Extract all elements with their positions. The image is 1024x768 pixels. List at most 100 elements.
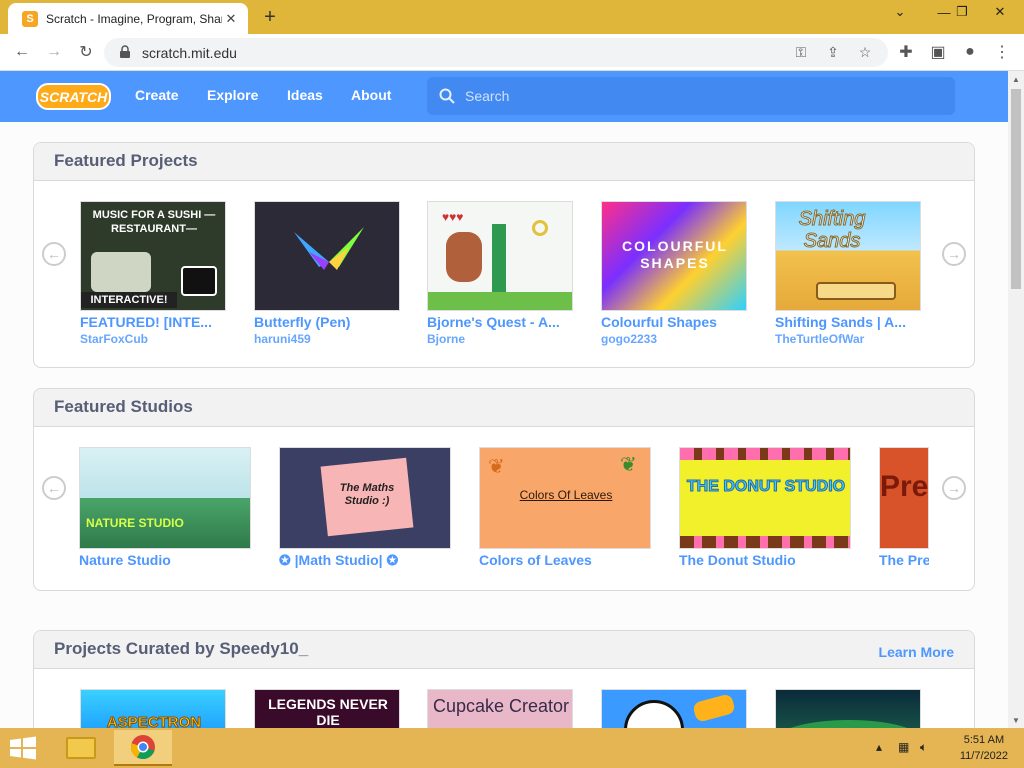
carousel-next-arrow-icon[interactable]: → [942,476,966,500]
carousel-prev-arrow-icon[interactable]: ← [42,242,66,266]
close-window-button[interactable]: ✕ [984,0,1016,24]
forward-arrow-icon[interactable]: → [42,40,66,64]
network-icon[interactable]: ▦ [898,740,909,754]
browser-tab[interactable]: S Scratch - Imagine, Program, Share ✕ [8,3,248,34]
project-thumbnail[interactable]: COLOURFUL SHAPES [601,201,747,311]
studio-title[interactable]: ✪ |Math Studio| ✪ [279,552,451,569]
project-card[interactable]: Shifting Sands Shifting Sands | A... The… [775,201,921,346]
address-bar[interactable]: scratch.mit.edu ⚿ ⇪ ☆ [104,38,888,67]
main-content: Featured Projects ← → MUSIC FOR A SUSHI … [0,122,1008,728]
thumbnail-text: THE DONUT STUDIO [686,478,846,496]
project-title[interactable]: Butterfly (Pen) [254,314,400,330]
section-title: Projects Curated by Speedy10_ [54,639,309,658]
scratch-navbar: SCRATCH Create Explore Ideas About Searc… [0,71,1008,122]
project-title[interactable]: Bjorne's Quest - A... [427,314,573,330]
close-tab-icon[interactable]: ✕ [222,10,240,28]
nav-ideas[interactable]: Ideas [287,87,323,103]
chrome-taskbar-icon[interactable] [114,730,172,766]
system-clock[interactable]: 5:51 AM 11/7/2022 [960,732,1008,764]
learn-more-link[interactable]: Learn More [879,644,954,660]
project-author[interactable]: haruni459 [254,332,400,346]
nav-explore[interactable]: Explore [207,87,258,103]
browser-toolbar: ← → ↻ scratch.mit.edu ⚿ ⇪ ☆ ✚ ▣ ● ⋮ [0,34,1024,71]
extensions-puzzle-icon[interactable]: ✚ [894,40,918,64]
project-thumbnail[interactable]: Cupcake Creator [427,689,573,728]
side-panel-icon[interactable]: ▣ [926,40,950,64]
browser-tab-bar: S Scratch - Imagine, Program, Share ✕ + … [0,0,1024,34]
project-title[interactable]: Colourful Shapes [601,314,747,330]
back-arrow-icon[interactable]: ← [10,40,34,64]
studio-thumbnail[interactable]: Pre [879,447,929,549]
studio-thumbnail[interactable]: The Maths Studio :) [279,447,451,549]
project-author[interactable]: Bjorne [427,332,573,346]
project-card[interactable]: ASPECTRON [80,689,226,728]
studio-thumbnail[interactable]: THE DONUT STUDIO [679,447,851,549]
project-card[interactable] [601,689,747,728]
project-thumbnail[interactable] [601,689,747,728]
studio-card[interactable]: THE DONUT STUDIO The Donut Studio [679,447,851,568]
studio-title[interactable]: The Pre [879,552,929,568]
nav-about[interactable]: About [351,87,391,103]
url-text: scratch.mit.edu [142,45,237,61]
scroll-up-arrow-icon[interactable]: ▲ [1008,71,1024,87]
project-thumbnail[interactable]: ♥♥♥ [427,201,573,311]
studio-title[interactable]: The Donut Studio [679,552,851,568]
reload-icon[interactable]: ↻ [74,40,98,64]
new-tab-button[interactable]: + [258,5,282,29]
butterfly-icon [294,227,364,270]
project-card[interactable]: LEGENDS NEVER DIE [254,689,400,728]
bookmark-star-icon[interactable]: ☆ [854,41,876,63]
project-thumbnail[interactable]: MUSIC FOR A SUSHI —RESTAURANT— INTERACTI… [80,201,226,311]
studio-thumbnail[interactable]: Colors Of Leaves ❦ ❦ [479,447,651,549]
tab-title: Scratch - Imagine, Program, Share [46,11,222,26]
project-card[interactable] [775,689,921,728]
project-thumbnail[interactable] [254,201,400,311]
project-thumbnail[interactable]: LEGENDS NEVER DIE [254,689,400,728]
carousel-next-arrow-icon[interactable]: → [942,242,966,266]
project-card[interactable]: MUSIC FOR A SUSHI —RESTAURANT— INTERACTI… [80,201,226,346]
thumbnail-text: Colors Of Leaves [519,488,613,502]
studio-title[interactable]: Colors of Leaves [479,552,651,568]
project-thumbnail[interactable] [775,689,921,728]
project-card[interactable]: ♥♥♥ Bjorne's Quest - A... Bjorne [427,201,573,346]
studio-card[interactable]: NATURE STUDIO Nature Studio [79,447,251,568]
nav-create[interactable]: Create [135,87,179,103]
search-input[interactable]: Search [427,77,955,115]
scrollbar-thumb[interactable] [1011,89,1021,289]
chrome-icon [131,735,155,759]
project-card[interactable]: COLOURFUL SHAPES Colourful Shapes gogo22… [601,201,747,346]
studio-card[interactable]: The Maths Studio :) ✪ |Math Studio| ✪ [279,447,451,569]
project-author[interactable]: gogo2233 [601,332,747,346]
section-title: Featured Studios [54,397,193,416]
project-title[interactable]: Shifting Sands | A... [775,314,921,330]
project-title[interactable]: FEATURED! [INTE... [80,314,226,330]
studio-thumbnail[interactable]: NATURE STUDIO [79,447,251,549]
profile-avatar-icon[interactable]: ● [958,40,982,64]
scroll-down-arrow-icon[interactable]: ▼ [1008,712,1024,728]
featured-projects-section: Featured Projects ← → MUSIC FOR A SUSHI … [33,142,975,368]
page-scrollbar[interactable]: ▲ ▼ [1008,71,1024,728]
scratch-logo[interactable]: SCRATCH [36,83,111,110]
carousel-prev-arrow-icon[interactable]: ← [42,476,66,500]
menu-kebab-icon[interactable]: ⋮ [990,40,1014,64]
tab-search-icon[interactable]: ⌄ [884,0,916,24]
project-author[interactable]: StarFoxCub [80,332,226,346]
key-icon[interactable]: ⚿ [790,41,812,63]
curated-projects-section: Projects Curated by Speedy10_ Learn More… [33,630,975,728]
volume-icon[interactable]: 🔈︎ [920,740,927,755]
project-thumbnail[interactable]: ASPECTRON [80,689,226,728]
studio-card[interactable]: Pre The Pre [879,447,929,568]
project-card[interactable]: Butterfly (Pen) haruni459 [254,201,400,346]
search-icon [439,88,455,104]
project-author[interactable]: TheTurtleOfWar [775,332,921,346]
studio-title[interactable]: Nature Studio [79,552,251,568]
windows-start-icon[interactable] [8,736,38,760]
studio-card[interactable]: Colors Of Leaves ❦ ❦ Colors of Leaves [479,447,651,568]
leaf-icon: ❦ [488,456,505,478]
project-card[interactable]: Cupcake Creator [427,689,573,728]
show-hidden-icons-icon[interactable]: ▴ [876,740,882,754]
file-explorer-icon[interactable] [52,730,110,766]
project-thumbnail[interactable]: Shifting Sands [775,201,921,311]
restore-button[interactable]: ❐ [946,0,978,24]
share-icon[interactable]: ⇪ [822,41,844,63]
